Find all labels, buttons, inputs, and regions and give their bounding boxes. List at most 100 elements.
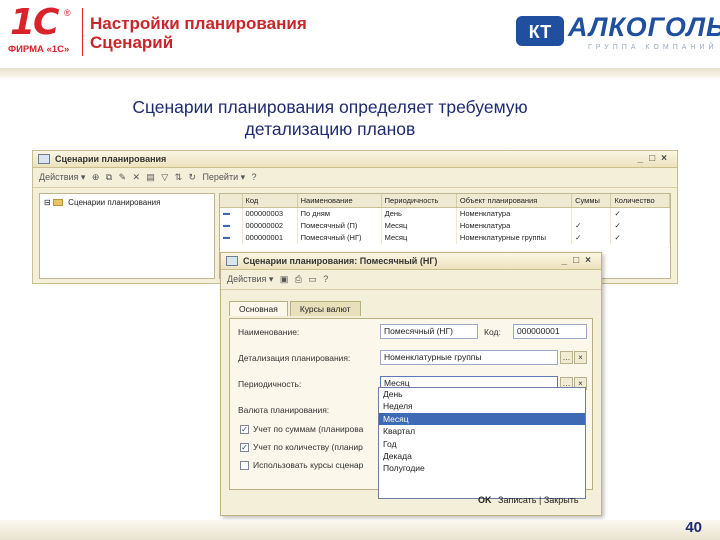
- window-icon: [38, 154, 50, 164]
- print-icon[interactable]: ⎙: [295, 274, 302, 285]
- cell-object: Номенклатурные группы: [456, 231, 573, 244]
- qty-checkbox-label: Учет по количеству (планир: [253, 442, 363, 452]
- slide-subtitle: Сценарии планирования определяет требуем…: [0, 96, 660, 140]
- table-row[interactable]: ▬ 000000002 Помесячный (П) Месяц Номенкл…: [220, 219, 670, 232]
- option-month[interactable]: Месяц: [379, 412, 585, 426]
- subtitle-line1: Сценарии планирования определяет требуем…: [132, 97, 528, 117]
- row-marker-icon: ▬: [220, 207, 243, 220]
- cell-qty: ✓: [610, 207, 670, 220]
- tree-root-node[interactable]: ⊟ Сценарии планирования: [44, 198, 210, 207]
- cell-period: Месяц: [381, 231, 457, 244]
- cell-code: 000000003: [242, 207, 298, 220]
- column-header-period[interactable]: Периодичность: [381, 194, 457, 208]
- save-icon[interactable]: ▣: [280, 274, 289, 285]
- window-icon: [226, 256, 238, 266]
- rates-checkbox-label: Использовать курсы сценар: [253, 460, 364, 470]
- doc-icon[interactable]: ▭: [308, 274, 317, 285]
- slide-title: Настройки планирования Сценарий: [90, 14, 307, 52]
- form-window-titlebar: Сценарии планирования: Помесячный (НГ) _…: [221, 253, 601, 270]
- edit-icon[interactable]: ✎: [119, 172, 127, 183]
- window-controls: _□×: [562, 255, 597, 266]
- name-field[interactable]: Помесячный (НГ): [380, 324, 478, 339]
- subtitle-line2: детализацию планов: [244, 119, 416, 139]
- button-separator: |: [539, 495, 542, 505]
- cell-qty: ✓: [610, 231, 670, 244]
- table-row[interactable]: ▬ 000000003 По дням День Номенклатура ✓: [220, 207, 670, 220]
- maximize-icon[interactable]: □: [573, 255, 585, 266]
- help-icon[interactable]: ?: [252, 172, 257, 182]
- column-header-qty[interactable]: Количество: [610, 194, 670, 208]
- column-header-code[interactable]: Код: [242, 194, 298, 208]
- ok-button[interactable]: OK: [478, 495, 492, 505]
- period-dropdown-list: День Неделя Месяц Квартал Год Декада Пол…: [378, 387, 586, 499]
- delete-icon[interactable]: ✕: [132, 172, 140, 183]
- name-label: Наименование:: [238, 327, 300, 337]
- window-controls: _□×: [638, 153, 673, 164]
- select-button[interactable]: …: [560, 351, 573, 364]
- row-marker-icon: ▬: [220, 219, 243, 232]
- close-icon[interactable]: ×: [585, 255, 597, 266]
- table-row[interactable]: ▬ 000000001 Помесячный (НГ) Месяц Номенк…: [220, 231, 670, 244]
- option-year[interactable]: Год: [379, 438, 585, 450]
- header-divider: [82, 8, 83, 56]
- minimize-icon[interactable]: _: [638, 153, 650, 164]
- table-header-row: Код Наименование Периодичность Объект пл…: [220, 194, 670, 208]
- column-header-sums[interactable]: Суммы: [571, 194, 612, 208]
- code-field[interactable]: 000000001: [513, 324, 587, 339]
- help-icon[interactable]: ?: [323, 274, 328, 284]
- header-band: [0, 68, 720, 78]
- save-button[interactable]: Записать: [498, 495, 536, 505]
- form-window-title: Сценарии планирования: Помесячный (НГ): [243, 256, 438, 266]
- sort-icon[interactable]: ⇅: [175, 172, 183, 183]
- qty-checkbox[interactable]: ✓: [240, 443, 249, 452]
- expand-icon[interactable]: ⊟: [44, 198, 51, 207]
- logo-firm-text: ФИРМА «1С»: [8, 44, 70, 55]
- column-header-name[interactable]: Наименование: [297, 194, 382, 208]
- add-icon[interactable]: ⊕: [92, 172, 100, 183]
- cell-period: Месяц: [381, 219, 457, 232]
- cell-name: По дням: [297, 207, 382, 220]
- close-icon[interactable]: ×: [661, 153, 673, 164]
- option-week[interactable]: Неделя: [379, 400, 585, 412]
- actions-menu[interactable]: Действия ▾: [39, 172, 85, 183]
- cell-name: Помесячный (П): [297, 219, 382, 232]
- sums-checkbox[interactable]: ✓: [240, 425, 249, 434]
- code-label: Код:: [484, 327, 501, 337]
- detail-field[interactable]: Номенклатурные группы: [380, 350, 558, 365]
- cell-sums: ✓: [571, 219, 612, 232]
- column-header-object[interactable]: Объект планирования: [456, 194, 573, 208]
- marker-column-header: [220, 194, 243, 208]
- minimize-icon[interactable]: _: [562, 255, 574, 266]
- rates-checkbox[interactable]: [240, 461, 249, 470]
- cell-code: 000000001: [242, 231, 298, 244]
- registered-mark: ®: [64, 8, 71, 18]
- maximize-icon[interactable]: □: [649, 153, 661, 164]
- list-window-title: Сценарии планирования: [55, 154, 167, 164]
- cell-qty: ✓: [610, 219, 670, 232]
- copy-icon[interactable]: ⧉: [106, 172, 112, 183]
- logo-1c-mark: 1С: [10, 2, 59, 43]
- cell-object: Номенклатура: [456, 219, 573, 232]
- cell-code: 000000002: [242, 219, 298, 232]
- go-menu[interactable]: Перейти ▾: [202, 172, 245, 183]
- tab-currency-rates[interactable]: Курсы валют: [289, 301, 361, 316]
- cell-period: День: [381, 207, 457, 220]
- close-button[interactable]: Закрыть: [544, 495, 579, 505]
- refresh-icon[interactable]: ↻: [189, 172, 197, 183]
- cell-object: Номенклатура: [456, 207, 573, 220]
- filter-icon[interactable]: ▽: [161, 172, 168, 183]
- partner-mark-text: КТ: [529, 22, 551, 42]
- actions-menu[interactable]: Действия ▾: [227, 274, 273, 285]
- cell-sums: [571, 207, 612, 220]
- page-number: 40: [685, 519, 702, 536]
- option-decade[interactable]: Декада: [379, 450, 585, 462]
- footer-band: [0, 520, 720, 540]
- option-quarter[interactable]: Квартал: [379, 425, 585, 437]
- clear-icon[interactable]: ×: [574, 351, 587, 364]
- row-marker-icon: ▬: [220, 231, 243, 244]
- tab-main[interactable]: Основная: [229, 301, 288, 316]
- option-half-year[interactable]: Полугодие: [379, 462, 585, 474]
- hierarchy-icon[interactable]: ▤: [146, 172, 155, 183]
- scenarios-tree: ⊟ Сценарии планирования: [39, 193, 215, 279]
- option-day[interactable]: День: [379, 388, 585, 400]
